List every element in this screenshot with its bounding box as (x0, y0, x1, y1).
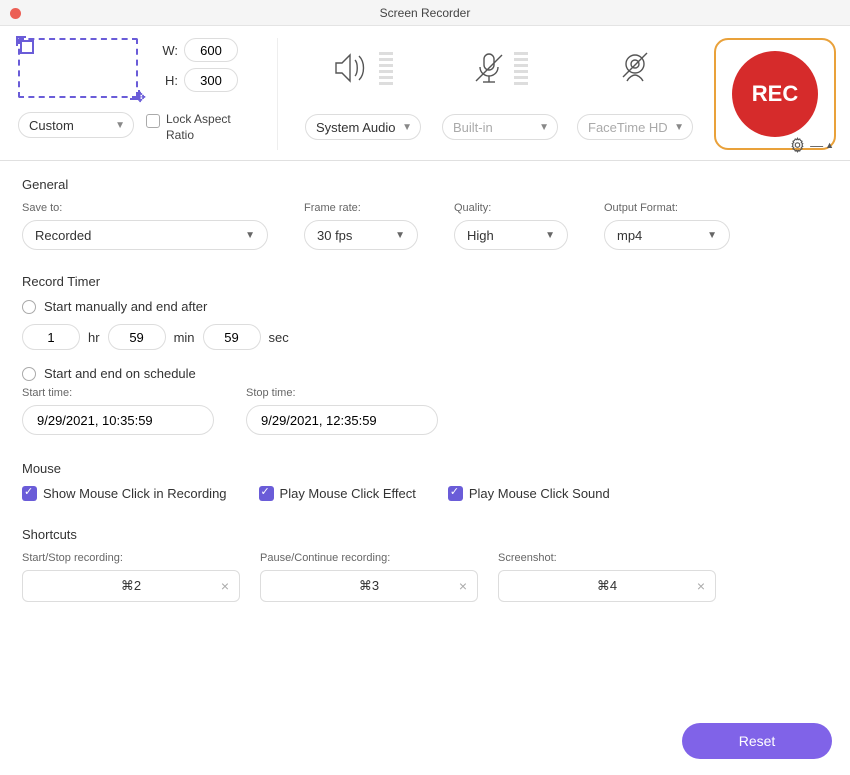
clear-shortcut-icon[interactable]: × (459, 578, 467, 594)
chevron-down-icon: ▼ (674, 122, 684, 133)
capture-region[interactable]: ✥ (18, 38, 138, 98)
record-label: REC (752, 81, 798, 107)
width-input[interactable] (184, 38, 238, 62)
mic-level-icon (514, 52, 528, 85)
settings-line-icon: — (810, 138, 823, 153)
start-time-label: Start time: (22, 387, 214, 399)
chevron-up-icon: ▲ (825, 140, 834, 150)
mic-source-select[interactable]: Built-in ▼ (442, 114, 558, 140)
record-button[interactable]: REC (732, 51, 818, 137)
shortcuts-header: Shortcuts (22, 527, 828, 542)
chevron-down-icon: ▼ (245, 230, 255, 241)
shortcut-pause-value: ⌘3 (359, 578, 379, 594)
timer-schedule-radio[interactable] (22, 367, 36, 381)
clear-shortcut-icon[interactable]: × (221, 578, 229, 594)
shortcut-pause-label: Pause/Continue recording: (260, 552, 478, 564)
frame-rate-select[interactable]: 30 fps ▼ (304, 220, 418, 250)
chevron-down-icon: ▼ (707, 230, 717, 241)
timer-manual-label: Start manually and end after (44, 299, 207, 314)
quality-select[interactable]: High ▼ (454, 220, 568, 250)
start-time-input[interactable] (22, 405, 214, 435)
camera-off-icon (618, 38, 652, 98)
shortcut-screenshot-value: ⌘4 (597, 578, 617, 594)
audio-level-icon (379, 52, 393, 85)
camera-source-value: FaceTime HD (588, 120, 668, 135)
mouse-sound-label: Play Mouse Click Sound (469, 486, 610, 501)
audio-source-select[interactable]: System Audio ▼ (305, 114, 421, 140)
shortcut-screenshot-input[interactable]: ⌘4 × (498, 570, 716, 602)
mic-source-value: Built-in (453, 120, 493, 135)
move-handle-icon[interactable]: ✥ (134, 89, 146, 106)
frame-rate-value: 30 fps (317, 228, 352, 243)
sec-unit: sec (269, 330, 289, 345)
region-mode-value: Custom (29, 118, 74, 133)
timer-sec-input[interactable] (203, 324, 261, 350)
chevron-down-icon: ▼ (545, 230, 555, 241)
timer-header: Record Timer (22, 274, 828, 289)
output-format-value: mp4 (617, 228, 642, 243)
save-to-value: Recorded (35, 228, 91, 243)
region-column: ✥ W: H: Custom ▼ Lock Aspect Ratio (18, 38, 278, 150)
region-mode-select[interactable]: Custom ▼ (18, 112, 134, 138)
chevron-down-icon: ▼ (402, 122, 412, 133)
stop-time-label: Stop time: (246, 387, 438, 399)
mouse-header: Mouse (22, 461, 828, 476)
reset-button[interactable]: Reset (682, 723, 832, 759)
timer-schedule-label: Start and end on schedule (44, 366, 196, 381)
shortcut-screenshot-label: Screenshot: (498, 552, 716, 564)
close-button[interactable] (10, 8, 21, 19)
camera-source-select[interactable]: FaceTime HD ▼ (577, 114, 693, 140)
hr-unit: hr (88, 330, 100, 345)
stop-time-input[interactable] (246, 405, 438, 435)
save-to-label: Save to: (22, 202, 304, 214)
general-header: General (22, 177, 828, 192)
record-button-frame: REC (714, 38, 836, 150)
timer-hr-input[interactable] (22, 324, 80, 350)
chevron-down-icon: ▼ (395, 230, 405, 241)
window-title: Screen Recorder (380, 6, 471, 20)
lock-aspect-checkbox[interactable] (146, 114, 160, 128)
height-input[interactable] (184, 68, 238, 92)
output-format-select[interactable]: mp4 ▼ (604, 220, 730, 250)
mouse-show-click-checkbox[interactable] (22, 486, 37, 501)
height-label: H: (152, 73, 178, 88)
output-format-label: Output Format: (604, 202, 754, 214)
gear-icon (790, 136, 808, 154)
reset-label: Reset (739, 733, 776, 749)
speaker-icon (333, 38, 393, 98)
shortcut-startstop-value: ⌘2 (121, 578, 141, 594)
titlebar: Screen Recorder (0, 0, 850, 26)
min-unit: min (174, 330, 195, 345)
mouse-effect-label: Play Mouse Click Effect (280, 486, 416, 501)
lock-aspect-label: Lock Aspect Ratio (166, 112, 246, 143)
top-panel: ✥ W: H: Custom ▼ Lock Aspect Ratio (0, 26, 850, 161)
timer-min-input[interactable] (108, 324, 166, 350)
shortcut-startstop-input[interactable]: ⌘2 × (22, 570, 240, 602)
quality-label: Quality: (454, 202, 604, 214)
microphone-off-icon (472, 38, 528, 98)
frame-rate-label: Frame rate: (304, 202, 454, 214)
chevron-down-icon: ▼ (115, 120, 125, 131)
timer-manual-radio[interactable] (22, 300, 36, 314)
shortcut-pause-input[interactable]: ⌘3 × (260, 570, 478, 602)
devices-panel: System Audio ▼ Built-in ▼ (278, 38, 836, 150)
clear-shortcut-icon[interactable]: × (697, 578, 705, 594)
mouse-effect-checkbox[interactable] (259, 486, 274, 501)
audio-source-value: System Audio (316, 120, 396, 135)
mouse-show-click-label: Show Mouse Click in Recording (43, 486, 227, 501)
settings-panel: General Save to: Recorded ▼ Frame rate: 3… (0, 161, 850, 602)
save-to-select[interactable]: Recorded ▼ (22, 220, 268, 250)
shortcut-startstop-label: Start/Stop recording: (22, 552, 240, 564)
chevron-down-icon: ▼ (539, 122, 549, 133)
quality-value: High (467, 228, 494, 243)
width-label: W: (152, 43, 178, 58)
settings-toggle[interactable]: — ▲ (790, 136, 834, 154)
mouse-sound-checkbox[interactable] (448, 486, 463, 501)
